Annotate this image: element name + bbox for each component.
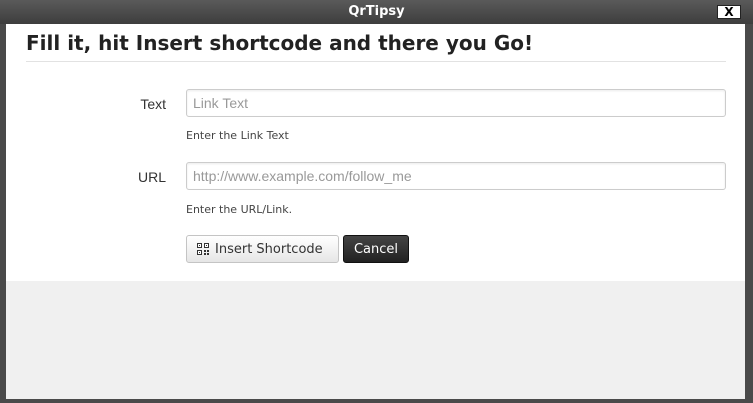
qr-code-icon — [197, 243, 209, 255]
text-field-help: Enter the Link Text — [186, 129, 289, 142]
dialog-window: QrTipsy X Fill it, hit Insert shortcode … — [0, 0, 753, 403]
insert-shortcode-label: Insert Shortcode — [215, 241, 323, 257]
lower-empty-area — [6, 281, 745, 399]
url-field-label: URL — [137, 169, 166, 185]
cancel-button[interactable]: Cancel — [343, 235, 409, 263]
url-input[interactable] — [186, 162, 726, 190]
url-field-help: Enter the URL/Link. — [186, 203, 293, 216]
title-bar[interactable]: QrTipsy X — [0, 0, 753, 24]
link-text-input[interactable] — [186, 89, 726, 117]
close-button[interactable]: X — [717, 5, 741, 19]
form-panel: Fill it, hit Insert shortcode and there … — [6, 24, 745, 281]
window-title: QrTipsy — [348, 4, 405, 19]
heading-divider — [26, 61, 726, 62]
form-heading: Fill it, hit Insert shortcode and there … — [26, 31, 534, 55]
cancel-label: Cancel — [353, 241, 399, 257]
insert-shortcode-button[interactable]: Insert Shortcode — [186, 235, 339, 263]
text-field-label: Text — [140, 96, 166, 112]
